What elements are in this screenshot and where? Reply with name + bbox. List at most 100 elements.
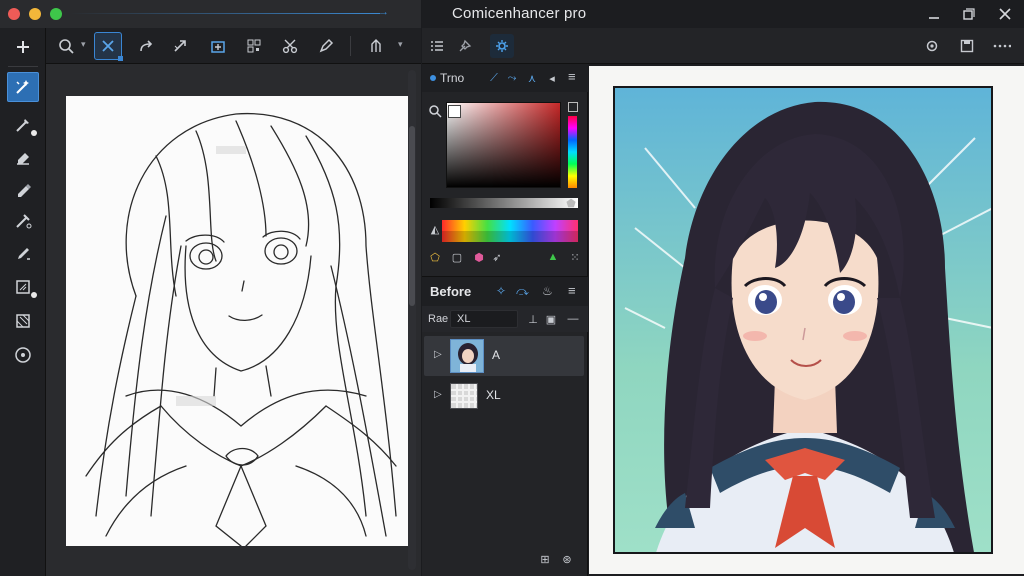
color-panel-tabs: Trno ⟋ ⤳ ⋏ ◂ ≡ — [422, 64, 588, 92]
speaker-icon[interactable]: ◂ — [544, 70, 560, 86]
cut-icon[interactable] — [276, 32, 304, 60]
tool-variant-dot — [31, 130, 37, 136]
delete-layer-icon[interactable]: ⊛ — [560, 552, 574, 566]
right-toolbar — [422, 28, 1024, 64]
grayscale-ramp[interactable] — [430, 198, 578, 208]
settings-gear-icon[interactable] — [490, 34, 514, 58]
ink-pen-icon[interactable] — [7, 206, 39, 236]
hamburger-menu-icon[interactable]: ≡ — [568, 69, 576, 84]
search-icon[interactable] — [52, 32, 80, 60]
cog-icon[interactable] — [920, 34, 944, 58]
restore-icon[interactable] — [957, 3, 981, 25]
side-panel: Trno ⟋ ⤳ ⋏ ◂ ≡ ⬟ ◭ ⬠ ▢ ⬢ ➶ ▲ ⁙ Before ✧ … — [422, 64, 588, 576]
minus-icon[interactable]: — — [566, 312, 580, 326]
layers-header: Before ✧ ⤼ ♨ ≡ — [422, 276, 588, 306]
layer-row[interactable]: ▷ A — [424, 336, 584, 376]
stroke-icon[interactable]: ⟋ — [486, 70, 502, 86]
texture-icon[interactable] — [7, 306, 39, 336]
sketch-window: → ▾ ▾ — [0, 0, 421, 576]
sketch-canvas-area — [46, 64, 421, 576]
new-layer-icon[interactable]: ⊞ — [538, 552, 552, 566]
color-spectrum-shade-row — [442, 231, 578, 242]
pin-icon[interactable] — [453, 34, 477, 58]
layers-title[interactable]: Before — [430, 284, 471, 299]
node-icon[interactable]: ⤼ — [516, 284, 529, 299]
curve-icon[interactable]: ⤳ — [504, 70, 520, 86]
blend-label: Rae — [428, 313, 449, 325]
plus-icon[interactable] — [7, 32, 39, 62]
color-saturation-box[interactable] — [446, 102, 561, 188]
chevron-down-icon[interactable]: ▾ — [81, 39, 86, 50]
minimize-window-button[interactable] — [29, 8, 41, 20]
eraser-icon[interactable] — [7, 142, 39, 172]
layer-options-bar: Rae XL ⊥ ▣ — — [422, 306, 588, 332]
more-dots-icon[interactable] — [990, 34, 1014, 58]
layer-name[interactable]: XL — [486, 388, 501, 402]
toolbar-separator — [350, 36, 351, 56]
hamburger-menu-icon[interactable]: ≡ — [568, 283, 576, 298]
title-accent-line — [70, 13, 380, 14]
tool-strip — [0, 28, 46, 576]
magic-wand-icon[interactable] — [7, 72, 39, 102]
mix-icon[interactable]: ⬢ — [472, 250, 486, 264]
qr-grid-icon[interactable] — [240, 32, 268, 60]
tab-color[interactable]: Trno — [440, 71, 464, 85]
background-swatch[interactable] — [568, 102, 578, 112]
grid-dots-icon[interactable]: ⁙ — [568, 250, 582, 264]
radial-icon[interactable] — [7, 340, 39, 370]
layer-visibility-icon[interactable]: ▷ — [434, 389, 442, 400]
close-icon[interactable] — [993, 3, 1017, 25]
feather-icon[interactable]: ➶ — [490, 250, 504, 264]
list-icon[interactable] — [425, 34, 449, 58]
window-title: Comicenhancer pro — [452, 5, 587, 22]
layer-visibility-icon[interactable]: ▷ — [434, 349, 442, 360]
title-accent-arrow-icon: → — [378, 6, 389, 18]
square-icon[interactable]: ▢ — [450, 250, 464, 264]
sketch-canvas[interactable] — [66, 96, 408, 546]
left-toolbar: ▾ ▾ — [46, 28, 421, 64]
hue-slider[interactable] — [568, 116, 577, 188]
expand-icon[interactable] — [166, 32, 194, 60]
close-window-button[interactable] — [8, 8, 20, 20]
preview-area — [589, 64, 1024, 576]
scrollbar-thumb[interactable] — [409, 126, 415, 306]
grid-transform-icon[interactable] — [7, 272, 39, 302]
layer-thumbnail — [450, 339, 484, 373]
bucket-icon[interactable]: ⬠ — [428, 250, 442, 264]
flame-icon[interactable]: ♨ — [542, 284, 553, 298]
pen-nib-icon[interactable] — [312, 32, 340, 60]
lasso-icon[interactable] — [94, 32, 123, 61]
left-titlebar: → — [0, 0, 421, 28]
layer-thumbnail — [450, 383, 478, 409]
redo-arrow-icon[interactable] — [132, 32, 160, 60]
preview-canvas[interactable] — [589, 66, 1024, 574]
layer-add-icon[interactable] — [204, 32, 232, 60]
lock-icon[interactable]: ⊥ — [526, 312, 540, 326]
minimize-icon[interactable] — [922, 3, 946, 25]
tool-divider — [8, 66, 38, 67]
color-picker-icon[interactable] — [428, 104, 442, 118]
trash-icon[interactable]: ▣ — [544, 312, 558, 326]
swatch-add-icon[interactable]: ⬟ — [564, 196, 578, 210]
enhancer-window: Comicenhancer pro Trno ⟋ ⤳ ⋏ ◂ ≡ ⬟ ◭ ⬠ ▢… — [422, 0, 1024, 576]
layer-row[interactable]: ▷ XL — [424, 376, 584, 416]
triangle-icon[interactable]: ▲ — [546, 250, 560, 264]
brush-icon[interactable] — [7, 238, 39, 268]
tab-indicator-dot — [430, 75, 436, 81]
sparkle-icon[interactable]: ✧ — [496, 284, 506, 298]
panel-footer: ⊞ ⊛ — [422, 544, 588, 576]
tool-variant-dot — [31, 292, 37, 298]
opacity-icon[interactable]: ◭ — [428, 222, 442, 236]
foreground-swatch[interactable] — [448, 105, 461, 118]
chevron-down-icon[interactable]: ▾ — [398, 39, 403, 50]
anchor-icon[interactable]: ⋏ — [524, 70, 540, 86]
zoom-window-button[interactable] — [50, 8, 62, 20]
layer-name[interactable]: A — [492, 348, 500, 362]
blend-mode-field[interactable]: XL — [450, 310, 518, 328]
marker-icon[interactable] — [7, 174, 39, 204]
pipette-icon[interactable] — [7, 110, 39, 140]
vertical-scrollbar[interactable] — [408, 70, 416, 570]
colored-artwork — [613, 86, 993, 554]
save-icon[interactable] — [955, 34, 979, 58]
perspective-icon[interactable] — [362, 32, 390, 60]
